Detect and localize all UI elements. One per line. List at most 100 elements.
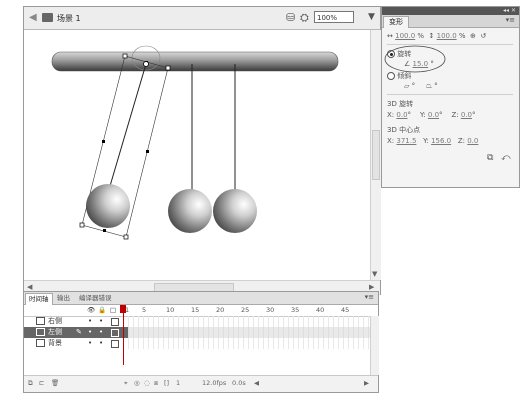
elapsed-time: 0.0s xyxy=(232,379,246,387)
rotation-3d-label: 3D 旋转 xyxy=(387,100,414,108)
layer-row[interactable]: 背景 • • xyxy=(24,338,128,349)
degree-label: ° xyxy=(407,111,412,119)
chevron-right-icon[interactable]: ▶ xyxy=(364,379,369,387)
lock-icon[interactable]: 🔒 xyxy=(98,306,106,314)
panel-menu-icon[interactable]: ▾≡ xyxy=(506,16,515,24)
skew-label: 倾斜 xyxy=(397,72,412,80)
edit-symbols-icon[interactable]: ⛭ xyxy=(300,11,309,25)
pendulum-ball-right[interactable] xyxy=(213,189,257,233)
chevron-down-icon[interactable]: ▼ xyxy=(368,12,375,22)
new-folder-icon[interactable]: ⊏ xyxy=(39,379,44,387)
onion-markers-icon[interactable]: [] xyxy=(164,379,169,387)
visibility-dot[interactable]: • xyxy=(88,327,92,338)
tab-compiler-errors[interactable]: 编译器错误 xyxy=(76,293,115,304)
center-x-label: X: xyxy=(387,137,395,145)
transform-handle-tl[interactable] xyxy=(122,53,128,59)
skew-horizontal-icon: ⏥ xyxy=(404,82,410,90)
visibility-dot[interactable]: • xyxy=(88,338,92,349)
chevron-down-icon[interactable]: ▼ xyxy=(372,270,377,278)
rot-x-value[interactable]: 0.0 xyxy=(396,111,407,119)
layer-name[interactable]: 背景 xyxy=(48,339,62,347)
center-x-value[interactable]: 371.5 xyxy=(396,137,416,145)
layer-row-selected[interactable]: 左侧 ✎ • • xyxy=(24,327,128,338)
tab-timeline[interactable]: 时间轴 xyxy=(25,293,53,305)
scale-width-value[interactable]: 100.0 xyxy=(395,32,415,40)
reset-icon[interactable]: ↺ xyxy=(480,32,486,40)
chevron-right-icon[interactable]: ▶ xyxy=(369,283,374,291)
scene-label: 场景 1 xyxy=(57,14,81,23)
pendulum-ball-left[interactable] xyxy=(86,184,130,228)
constrain-icon[interactable]: ⊕ xyxy=(470,32,476,40)
arrow-back-icon[interactable]: ◀ xyxy=(29,12,37,23)
transform-panel: ◂◂ ✕ 变形 ▾≡ ↔ 100.0 % ↕ 100.0 % ⊕ ↺ 旋转 ∠ … xyxy=(381,6,520,188)
layer-name[interactable]: 左侧 xyxy=(48,328,62,336)
rot-y-label: Y: xyxy=(419,111,426,119)
new-layer-icon[interactable]: ⧉ xyxy=(28,379,33,388)
scene-bar: ◀ 场景 1 ⛁ ⛭ 100% ▼ xyxy=(24,7,380,30)
layer-icon xyxy=(36,317,45,325)
transform-handle-tr[interactable] xyxy=(165,65,171,71)
rot-z-value[interactable]: 0.0 xyxy=(461,111,472,119)
eye-icon[interactable]: 👁 xyxy=(87,306,95,314)
vertical-scroll-thumb[interactable] xyxy=(372,130,380,180)
edit-scene-icon[interactable]: ⛁ xyxy=(286,11,295,24)
lock-dot[interactable]: • xyxy=(99,316,103,327)
outline-box[interactable] xyxy=(111,340,119,348)
collapse-icon[interactable]: ◂◂ ✕ xyxy=(503,7,516,14)
edit-multiple-frames-icon[interactable]: ⧈ xyxy=(154,379,158,388)
scale-height-value[interactable]: 100.0 xyxy=(437,32,457,40)
timeline-panel: 时间轴 输出 编译器错误 ▾≡ 👁 🔒 □ 1 5 10 15 20 25 30… xyxy=(23,291,379,393)
timeline-vertical-scrollbar[interactable] xyxy=(370,316,379,375)
outline-box[interactable] xyxy=(111,318,119,326)
tab-output[interactable]: 输出 xyxy=(54,293,73,304)
timeline-tabbar: 时间轴 输出 编译器错误 ▾≡ xyxy=(24,292,378,305)
remove-transform-icon[interactable]: ⤺ xyxy=(501,153,511,163)
delete-layer-icon[interactable]: 🗑 xyxy=(51,379,59,387)
onion-outline-icon[interactable]: ◌ xyxy=(144,379,150,387)
rot-y-value[interactable]: 0.0 xyxy=(428,111,439,119)
stage-vertical-scrollbar[interactable]: ▼ xyxy=(370,30,381,280)
onion-skin-icon[interactable]: ◎ xyxy=(134,379,140,387)
visibility-dot[interactable]: • xyxy=(88,316,92,327)
transform-handle-br[interactable] xyxy=(123,234,129,240)
layer-name[interactable]: 右侧 xyxy=(48,317,62,325)
chevron-left-icon[interactable]: ◀ xyxy=(27,283,32,291)
zoom-input[interactable]: 100% xyxy=(314,11,354,23)
frame-number: 45 xyxy=(341,306,350,314)
chevron-left-icon[interactable]: ◀ xyxy=(254,379,259,387)
transform-handle-bm[interactable] xyxy=(103,229,106,232)
playhead[interactable] xyxy=(123,305,124,365)
frame-number: 20 xyxy=(216,306,225,314)
center-frame-icon[interactable]: ⌖ xyxy=(124,379,128,388)
center-z-value[interactable]: 0.0 xyxy=(467,137,478,145)
frame-number: 35 xyxy=(291,306,300,314)
selected-layer-frames[interactable] xyxy=(128,327,372,338)
copy-and-transform-icon[interactable]: ⧉ xyxy=(487,153,493,163)
lock-dot[interactable]: • xyxy=(99,327,103,338)
skew-row[interactable]: 倾斜 xyxy=(387,71,411,81)
degree-label: ° xyxy=(471,111,476,119)
transform-handle-ml[interactable] xyxy=(102,140,105,143)
outline-icon[interactable]: □ xyxy=(110,306,116,314)
percent-label: % xyxy=(417,32,425,40)
transform-handle-mr[interactable] xyxy=(146,150,149,153)
transform-handle-bl[interactable] xyxy=(79,222,85,228)
timeline-status-bar: ⧉ ⊏ 🗑 ⌖ ◎ ◌ ⧈ [] 1 12.0fps 0.0s ◀ ▶ xyxy=(24,375,378,392)
transform-pivot-point[interactable] xyxy=(143,61,149,67)
percent-label: % xyxy=(458,32,466,40)
frame-rate[interactable]: 12.0fps xyxy=(202,379,226,387)
pendulum-bar[interactable] xyxy=(51,51,339,72)
pendulum-ball-middle[interactable] xyxy=(168,189,212,233)
center-y-value[interactable]: 156.0 xyxy=(431,137,451,145)
skew-vertical-icon: ⏢ xyxy=(426,82,432,90)
stage-canvas[interactable] xyxy=(24,30,370,280)
scale-width-icon: ↔ xyxy=(387,32,393,40)
outline-box[interactable] xyxy=(111,329,119,337)
panel-menu-icon[interactable]: ▾≡ xyxy=(365,293,374,301)
lock-dot[interactable]: • xyxy=(99,338,103,349)
tab-transform[interactable]: 变形 xyxy=(383,16,409,28)
string-left-rotated[interactable] xyxy=(109,63,147,187)
skew-radio[interactable] xyxy=(387,72,395,80)
layer-row[interactable]: 右侧 • • xyxy=(24,316,128,327)
rotation-3d-values: X: 0.0° Y: 0.0° Z: 0.0° xyxy=(387,111,475,119)
